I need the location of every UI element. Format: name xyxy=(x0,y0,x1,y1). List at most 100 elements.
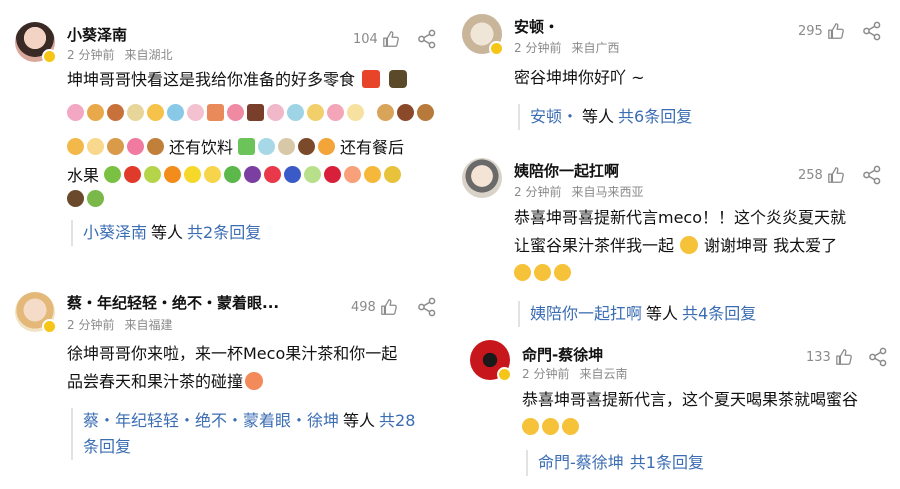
reply-summary[interactable]: 命門-蔡徐坤 共1条回复 xyxy=(526,450,704,476)
comment-text-line: 恭喜坤哥喜提新代言，这个夏天喝果茶就喝蜜谷 xyxy=(522,390,859,409)
reply-summary[interactable]: 姨陪你一起扛啊 等人 共4条回复 xyxy=(518,301,756,327)
reply-author-link[interactable]: 蔡・年纪轻轻・绝不・蒙着眼・徐坤 xyxy=(83,411,339,430)
avatar[interactable] xyxy=(470,340,512,382)
thumbs-up-icon xyxy=(827,166,845,184)
reply-author-link[interactable]: 小葵泽南 xyxy=(83,223,147,242)
smiling-face-emoji-icon xyxy=(534,264,551,281)
watermelon-emoji-icon xyxy=(224,165,242,183)
chocolate-bar-emoji-icon xyxy=(247,104,264,121)
avatar[interactable] xyxy=(15,22,57,64)
view-replies-link[interactable]: 共6条回复 xyxy=(618,107,692,126)
fruit-emoji-row: 水果 xyxy=(67,160,402,188)
comment-text-line: 徐坤哥哥你来啦，来一杯Meco果汁茶和你一起 xyxy=(67,344,398,363)
username[interactable]: 小葵泽南 xyxy=(67,24,127,45)
pear-emoji-icon xyxy=(144,165,162,183)
like-button[interactable]: 258 xyxy=(798,166,845,184)
thumbs-up-icon xyxy=(380,298,398,316)
apple-emoji-icon xyxy=(124,165,142,183)
reply-summary[interactable]: 蔡・年纪轻轻・绝不・蒙着眼・徐坤 等人 共28 条回复 xyxy=(71,408,441,460)
comment-meta: 2 分钟前 来自马来西亚 xyxy=(514,183,643,200)
username[interactable]: 姨陪你一起扛啊 xyxy=(514,160,619,181)
drink-emoji-row: 还有饮料 还有餐后 xyxy=(67,132,404,160)
comment-meta: 2 分钟前 来自广西 xyxy=(514,39,619,56)
comment-card: 小葵泽南 2 分钟前 来自湖北 104 坤坤哥哥快看这是我给你准备的好多零食 还… xyxy=(15,22,445,252)
reply-others-text: 等人 xyxy=(343,411,376,430)
cake-emoji-icon xyxy=(207,104,224,121)
share-icon[interactable] xyxy=(868,347,888,367)
comment-meta: 2 分钟前 来自福建 xyxy=(67,316,172,333)
comment-meta: 2 分钟前 来自湖北 xyxy=(67,46,172,63)
like-button[interactable]: 104 xyxy=(353,30,400,48)
avatar[interactable] xyxy=(462,158,502,198)
tea-emoji-icon xyxy=(278,137,296,155)
username[interactable]: 安顿・ xyxy=(514,16,559,37)
cake-emoji-icon xyxy=(327,104,344,121)
reply-summary[interactable]: 安顿・ 等人 共6条回复 xyxy=(518,104,692,130)
coconut-emoji-icon xyxy=(67,190,84,207)
thumbs-up-icon xyxy=(835,348,853,366)
dessert-text: 还有餐后 xyxy=(340,138,405,157)
view-replies-link[interactable]: 共1条回复 xyxy=(630,453,704,472)
like-count: 104 xyxy=(353,31,378,47)
reply-author-link[interactable]: 安顿・ xyxy=(530,107,578,126)
party-face-emoji-icon xyxy=(542,418,559,435)
croissant-emoji-icon xyxy=(87,104,104,121)
reply-others-text: 等人 xyxy=(582,107,615,126)
username[interactable]: 蔡・年纪轻轻・绝不・蒙着眼... xyxy=(67,292,279,313)
candy-emoji-icon xyxy=(127,104,144,121)
share-icon[interactable] xyxy=(862,165,882,185)
shaved-ice-emoji-icon xyxy=(287,104,304,121)
strawberry-emoji-icon xyxy=(264,165,282,183)
username[interactable]: 命門-蔡徐坤 xyxy=(522,344,603,365)
green-apple-emoji-icon xyxy=(104,165,122,183)
reply-summary[interactable]: 小葵泽南 等人 共2条回复 xyxy=(71,220,261,246)
avatar[interactable] xyxy=(15,292,57,334)
view-replies-link[interactable]: 共2条回复 xyxy=(187,223,261,242)
view-replies-link[interactable]: 条回复 xyxy=(83,437,131,456)
comment-card: 安顿・ 2 分钟前 来自广西 295 密谷坤坤你好吖 ~ 安顿・ 等人 共6条回复 xyxy=(462,14,892,134)
location: 来自湖北 xyxy=(124,48,173,62)
cupcake-emoji-icon xyxy=(167,104,184,121)
like-count: 133 xyxy=(806,349,831,365)
comment-text: 恭喜坤哥喜提新代言meco！！这个炎炎夏天就 让蜜谷果汁茶伴我一起 谢谢坤哥 我太… xyxy=(514,204,892,260)
view-replies-link[interactable]: 共28 xyxy=(379,411,415,430)
location: 来自广西 xyxy=(571,41,620,55)
timestamp: 2 分钟前 xyxy=(514,185,562,199)
comment-text-line: 坤坤哥哥快看这是我给你准备的好多零食 xyxy=(67,70,356,89)
peach-emoji-icon xyxy=(344,165,362,183)
like-button[interactable]: 498 xyxy=(351,298,398,316)
timestamp: 2 分钟前 xyxy=(514,41,562,55)
share-icon[interactable] xyxy=(862,21,882,41)
drinks-text: 还有饮料 xyxy=(169,138,234,157)
verified-badge-icon xyxy=(42,319,57,334)
ice-cream-emoji-icon xyxy=(87,137,104,155)
cookie-emoji-icon xyxy=(417,104,434,121)
thumbs-up-icon xyxy=(827,22,845,40)
avatar[interactable] xyxy=(462,14,504,56)
reply-author-link[interactable]: 命門-蔡徐坤 xyxy=(538,453,624,472)
melon-emoji-icon xyxy=(304,165,322,183)
dango-emoji-icon xyxy=(267,104,284,121)
verified-badge-icon xyxy=(489,41,504,56)
lollipop-emoji-icon xyxy=(227,104,244,121)
reply-author-link[interactable]: 姨陪你一起扛啊 xyxy=(530,304,642,323)
like-button[interactable]: 295 xyxy=(798,22,845,40)
emoji-row xyxy=(514,264,571,281)
mango-emoji-icon xyxy=(364,165,382,183)
reply-others-text: 等人 xyxy=(151,223,184,242)
verified-badge-icon xyxy=(497,367,512,382)
share-icon[interactable] xyxy=(417,29,437,49)
share-icon[interactable] xyxy=(417,297,437,317)
cocktail-emoji-icon xyxy=(318,137,336,155)
cookie-emoji-icon xyxy=(147,137,164,155)
bubble-tea-emoji-icon xyxy=(258,137,276,155)
popcorn-emoji-icon xyxy=(347,104,364,121)
chocolate-emoji-icon xyxy=(147,104,164,121)
juice-box-emoji-icon xyxy=(238,137,256,155)
comment-text: 坤坤哥哥快看这是我给你准备的好多零食 xyxy=(67,66,447,94)
timestamp: 2 分钟前 xyxy=(522,367,570,381)
person-avatar-icon xyxy=(462,158,502,198)
like-button[interactable]: 133 xyxy=(806,348,853,366)
view-replies-link[interactable]: 共4条回复 xyxy=(682,304,756,323)
pineapple-emoji-icon xyxy=(384,165,402,183)
